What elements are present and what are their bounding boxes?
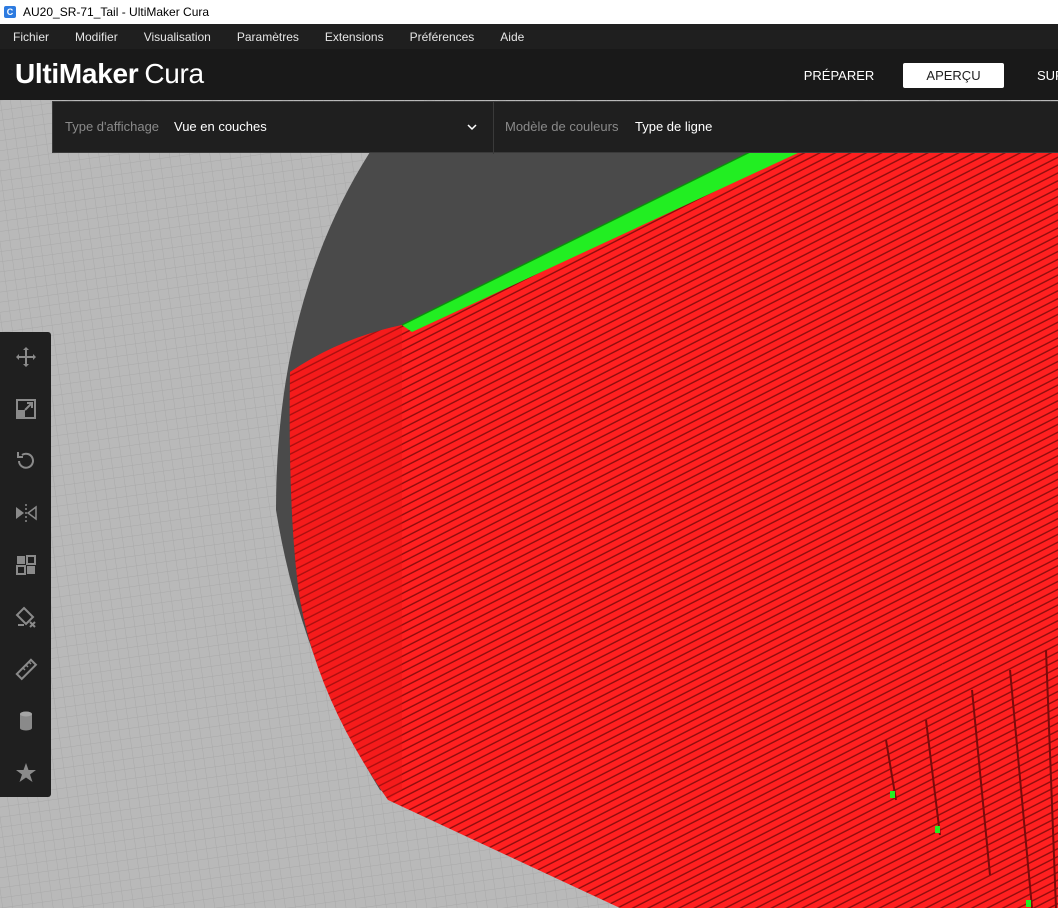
menu-aide[interactable]: Aide <box>500 30 524 44</box>
menu-modifier[interactable]: Modifier <box>75 30 118 44</box>
scale-tool[interactable] <box>10 393 42 425</box>
rotate-tool[interactable] <box>10 445 42 477</box>
mirror-tool[interactable] <box>10 497 42 529</box>
logo-brand: UltiMaker <box>15 58 139 89</box>
support-blocker-icon <box>15 606 36 628</box>
menu-preferences[interactable]: Préférences <box>410 30 475 44</box>
menu-fichier[interactable]: Fichier <box>13 30 49 44</box>
tab-preview[interactable]: APERÇU <box>903 63 1004 88</box>
chevron-down-icon[interactable] <box>467 122 477 132</box>
window-title: AU20_SR-71_Tail - UltiMaker Cura <box>23 5 210 19</box>
support-blocker-tool[interactable] <box>10 601 42 633</box>
view-type-label: Type d'affichage <box>65 119 160 134</box>
rotate-icon <box>17 452 34 469</box>
menu-parametres[interactable]: Paramètres <box>237 30 299 44</box>
menu-visualisation[interactable]: Visualisation <box>144 30 211 44</box>
measure-icon <box>15 658 38 681</box>
color-scheme-dropdown[interactable]: Type de ligne <box>635 119 712 134</box>
star-tool[interactable] <box>10 757 42 789</box>
view-options-panel: Type d'affichage Vue en couches Modèle d… <box>52 101 1058 154</box>
menubar: Fichier Modifier Visualisation Paramètre… <box>0 24 1058 49</box>
color-scheme-label: Modèle de couleurs <box>505 119 619 134</box>
window-titlebar: C AU20_SR-71_Tail - UltiMaker Cura <box>0 0 1058 24</box>
tab-prepare[interactable]: PRÉPARER <box>795 63 883 88</box>
mirror-icon <box>16 504 37 522</box>
menu-extensions[interactable]: Extensions <box>325 30 384 44</box>
per-model-settings-icon <box>16 555 36 575</box>
layer-view-scene <box>0 100 1058 908</box>
logo-product: Cura <box>144 58 204 89</box>
ultimaker-cura-logo: UltiMaker Cura <box>15 58 204 90</box>
cylinder-icon <box>20 711 32 731</box>
tab-monitor[interactable]: SUR <box>1029 63 1058 88</box>
app-header: UltiMakerCura PRÉPARER APERÇU SUR <box>0 49 1058 100</box>
3d-viewport[interactable] <box>0 100 1058 908</box>
measure-tool[interactable] <box>10 653 42 685</box>
star-icon <box>16 763 36 782</box>
move-icon <box>16 347 36 367</box>
panel-divider <box>493 102 494 154</box>
view-type-dropdown[interactable]: Vue en couches <box>174 119 267 134</box>
cylinder-tool[interactable] <box>10 705 42 737</box>
cura-app-icon: C <box>4 6 16 18</box>
scale-icon <box>16 399 36 419</box>
tool-sidebar <box>0 332 51 797</box>
move-tool[interactable] <box>10 341 42 373</box>
per-model-settings-tool[interactable] <box>10 549 42 581</box>
